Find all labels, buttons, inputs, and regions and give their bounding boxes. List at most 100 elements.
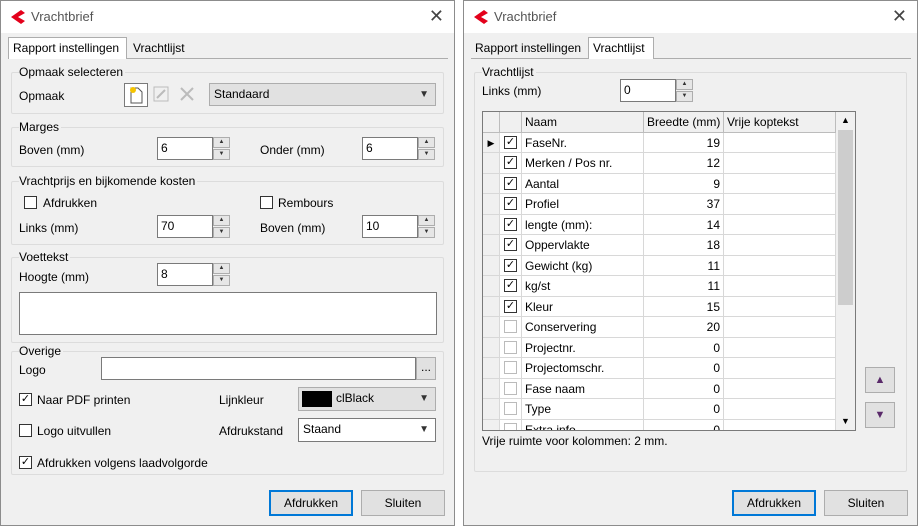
cell-breedte[interactable]: 0 [644, 378, 724, 399]
logo-browse-button[interactable]: ... [416, 357, 436, 380]
row-checkbox[interactable]: ✓ [504, 279, 517, 292]
vrachtprijs-boven-spinner[interactable]: ▲ ▼ [418, 215, 435, 238]
row-checkbox-cell[interactable]: ✓ [500, 235, 522, 256]
sluiten-button[interactable]: Sluiten [361, 490, 445, 516]
sluiten-button[interactable]: Sluiten [824, 490, 908, 516]
afdrukken-button[interactable]: Afdrukken [269, 490, 353, 516]
spin-down-icon[interactable]: ▼ [213, 227, 230, 238]
row-checkbox[interactable] [504, 422, 517, 430]
marge-boven-input[interactable]: 6 [157, 137, 213, 160]
new-layout-button[interactable] [124, 83, 148, 107]
cell-naam[interactable]: Projectomschr. [522, 358, 644, 379]
tab-rapport-instellingen[interactable]: Rapport instellingen [8, 37, 127, 59]
cell-vrije-koptekst[interactable] [724, 358, 836, 379]
row-checkbox[interactable]: ✓ [504, 176, 517, 190]
marge-onder-spinner[interactable]: ▲ ▼ [418, 137, 435, 160]
cell-breedte[interactable]: 11 [644, 276, 724, 297]
logo-path-input[interactable] [101, 357, 416, 380]
row-checkbox-cell[interactable] [500, 358, 522, 379]
cell-breedte[interactable]: 0 [644, 358, 724, 379]
scroll-down-icon[interactable]: ▼ [836, 413, 855, 430]
cell-vrije-koptekst[interactable] [724, 378, 836, 399]
cell-vrije-koptekst[interactable] [724, 419, 836, 430]
row-checkbox-cell[interactable]: ✓ [500, 214, 522, 235]
cell-naam[interactable]: Extra info [522, 419, 644, 430]
spin-down-icon[interactable]: ▼ [213, 275, 230, 286]
cell-naam[interactable]: Merken / Pos nr. [522, 153, 644, 174]
cell-breedte[interactable]: 9 [644, 173, 724, 194]
cell-vrije-koptekst[interactable] [724, 132, 836, 153]
cell-naam[interactable]: kg/st [522, 276, 644, 297]
row-checkbox[interactable]: ✓ [504, 197, 517, 210]
opmaak-select[interactable]: Standaard ▼ [209, 83, 436, 106]
header-vrije-koptekst[interactable]: Vrije koptekst [724, 112, 836, 133]
row-checkbox-cell[interactable]: ✓ [500, 173, 522, 194]
cell-naam[interactable]: Type [522, 399, 644, 420]
vrachtprijs-links-input[interactable]: 70 [157, 215, 213, 238]
cell-vrije-koptekst[interactable] [724, 194, 836, 215]
cell-naam[interactable]: Fase naam [522, 378, 644, 399]
tab-vrachtlijst[interactable]: Vrachtlijst [129, 38, 199, 60]
row-checkbox[interactable]: ✓ [504, 156, 517, 169]
cell-naam[interactable]: FaseNr. [522, 132, 644, 153]
cell-breedte[interactable]: 11 [644, 255, 724, 276]
row-checkbox-cell[interactable]: ✓ [500, 153, 522, 174]
cell-naam[interactable]: Projectnr. [522, 337, 644, 358]
cell-naam[interactable]: Gewicht (kg) [522, 255, 644, 276]
cell-vrije-koptekst[interactable] [724, 276, 836, 297]
tab-vrachtlijst[interactable]: Vrachtlijst [588, 37, 654, 59]
afdrukstand-select[interactable]: Staand ▼ [298, 418, 436, 442]
cell-breedte[interactable]: 0 [644, 399, 724, 420]
marge-onder-input[interactable]: 6 [362, 137, 418, 160]
row-checkbox[interactable]: ✓ [504, 299, 517, 313]
scroll-up-icon[interactable]: ▲ [836, 112, 855, 129]
spin-down-icon[interactable]: ▼ [418, 227, 435, 238]
cell-vrije-koptekst[interactable] [724, 153, 836, 174]
row-checkbox[interactable] [504, 381, 517, 395]
row-checkbox[interactable] [504, 320, 517, 333]
spin-up-icon[interactable]: ▲ [418, 137, 435, 148]
row-checkbox-cell[interactable]: ✓ [500, 194, 522, 215]
cell-naam[interactable]: Aantal [522, 173, 644, 194]
move-up-button[interactable]: ▲ [865, 367, 895, 393]
row-checkbox-cell[interactable] [500, 399, 522, 420]
header-breedte[interactable]: Breedte (mm) [644, 112, 724, 133]
row-checkbox-cell[interactable]: ✓ [500, 276, 522, 297]
cell-naam[interactable]: Conservering [522, 317, 644, 338]
close-icon[interactable]: ✕ [429, 5, 444, 27]
cell-breedte[interactable]: 12 [644, 153, 724, 174]
cell-breedte[interactable]: 19 [644, 132, 724, 153]
cell-vrije-koptekst[interactable] [724, 173, 836, 194]
vrachtprijs-boven-input[interactable]: 10 [362, 215, 418, 238]
row-checkbox-cell[interactable]: ✓ [500, 255, 522, 276]
row-checkbox[interactable] [504, 340, 517, 354]
cell-vrije-koptekst[interactable] [724, 255, 836, 276]
row-checkbox-cell[interactable] [500, 317, 522, 338]
cell-vrije-koptekst[interactable] [724, 235, 836, 256]
afdrukken-checkbox[interactable] [24, 196, 37, 209]
cell-naam[interactable]: Kleur [522, 296, 644, 317]
cell-breedte[interactable]: 15 [644, 296, 724, 317]
spin-down-icon[interactable]: ▼ [213, 149, 230, 160]
scroll-thumb[interactable] [838, 130, 853, 305]
cell-breedte[interactable]: 0 [644, 337, 724, 358]
lijnkleur-select[interactable]: clBlack ▼ [298, 387, 436, 411]
edit-layout-button[interactable] [150, 83, 174, 107]
delete-layout-button[interactable] [176, 83, 200, 107]
voettekst-hoogte-input[interactable]: 8 [157, 263, 213, 286]
row-checkbox[interactable] [504, 402, 517, 415]
cell-naam[interactable]: Profiel [522, 194, 644, 215]
marge-boven-spinner[interactable]: ▲ ▼ [213, 137, 230, 160]
row-checkbox-cell[interactable]: ✓ [500, 296, 522, 317]
vrachtlijst-links-spinner[interactable]: ▲ ▼ [676, 79, 693, 102]
move-down-button[interactable]: ▼ [865, 402, 895, 428]
row-checkbox-cell[interactable] [500, 378, 522, 399]
afdrukken-button[interactable]: Afdrukken [732, 490, 816, 516]
rembours-checkbox[interactable] [260, 196, 273, 209]
cell-vrije-koptekst[interactable] [724, 296, 836, 317]
cell-breedte[interactable]: 20 [644, 317, 724, 338]
tab-rapport-instellingen[interactable]: Rapport instellingen [471, 38, 590, 60]
cell-breedte[interactable]: 14 [644, 214, 724, 235]
spin-down-icon[interactable]: ▼ [676, 91, 693, 102]
laadvolgorde-checkbox[interactable]: ✓ [19, 456, 32, 469]
